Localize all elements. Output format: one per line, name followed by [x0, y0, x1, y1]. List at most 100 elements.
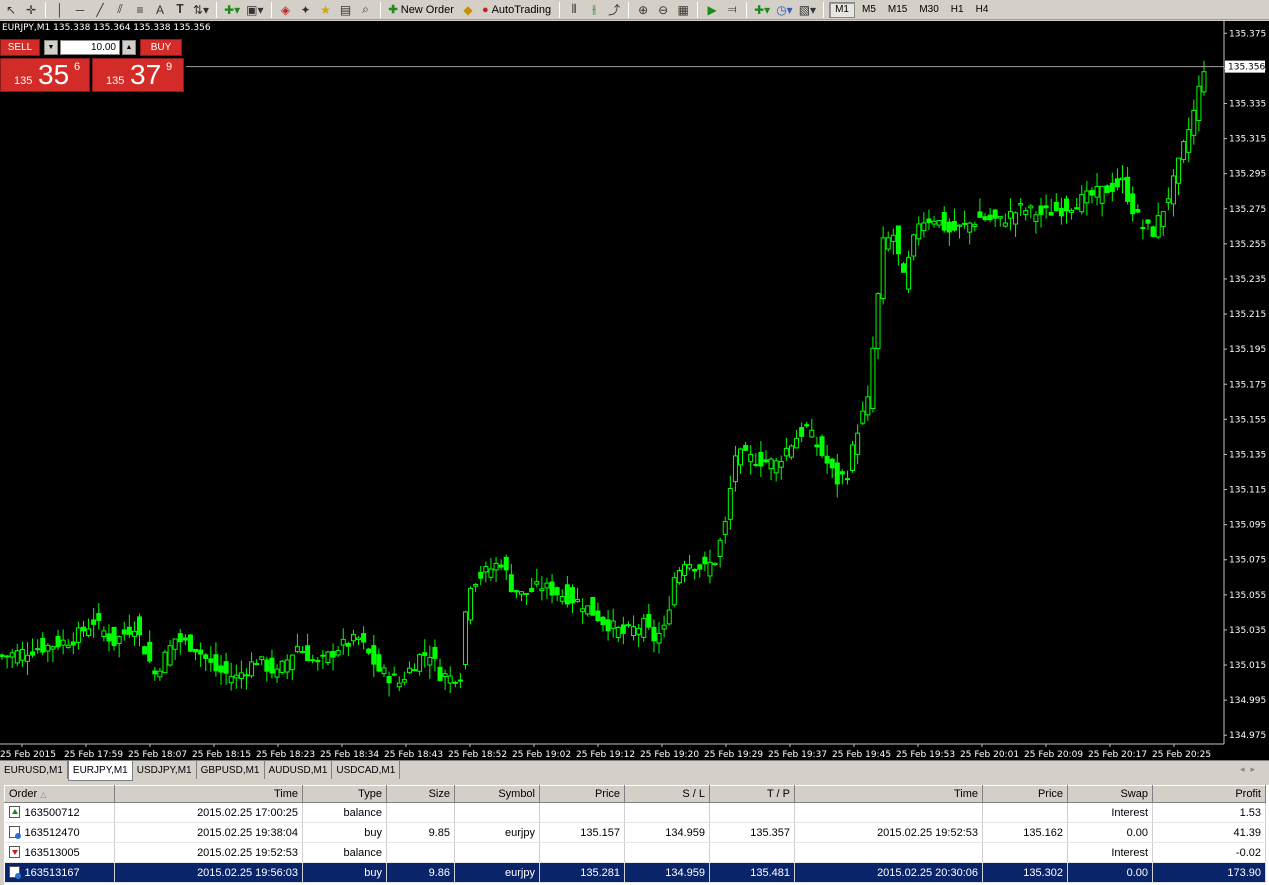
table-row[interactable]: 163512470 2015.02.25 19:38:04 buy 9.85 eurjp… [4, 822, 1266, 843]
table-row[interactable]: 163513005 2015.02.25 19:52:53 balance Inter… [4, 842, 1266, 863]
candlestick-chart-icon[interactable]: ⫲ [585, 1, 603, 19]
new-chart-icon[interactable]: ✚▾ [222, 1, 242, 19]
tile-windows-icon[interactable]: ▦ [674, 1, 692, 19]
tab-audusd[interactable]: AUDUSD,M1 [265, 761, 333, 779]
candle-body [1023, 210, 1029, 215]
timeframe-h4[interactable]: H4 [971, 2, 994, 18]
cell-close-time [794, 842, 983, 863]
vertical-line-icon[interactable]: │ [51, 1, 69, 19]
column-header-size[interactable]: Size [386, 785, 455, 803]
navigator-icon[interactable]: ✦ [297, 1, 315, 19]
chart-window[interactable]: 135.375135.355135.335135.315135.295135.2… [0, 21, 1269, 760]
column-header-tp[interactable]: T / P [709, 785, 795, 803]
buy-button[interactable]: BUY [140, 39, 182, 56]
column-header-time[interactable]: Time [114, 785, 303, 803]
sell-price-button[interactable]: 135 35 6 [0, 58, 90, 92]
lot-decrease-icon[interactable]: ▼ [44, 40, 58, 55]
favorites-star-icon[interactable]: ★ [317, 1, 335, 19]
candle [498, 559, 504, 571]
candlestick-chart[interactable]: 135.375135.355135.335135.315135.295135.2… [0, 21, 1269, 760]
text-tool-icon[interactable]: A [151, 1, 169, 19]
candle-body [636, 627, 642, 635]
candle-body [1120, 177, 1126, 181]
candle-body [70, 641, 76, 646]
bar-chart-icon[interactable]: ⫴ [565, 1, 583, 19]
zoom-out-icon[interactable]: ⊖ [654, 1, 672, 19]
zoom-in-icon[interactable]: ⊕ [634, 1, 652, 19]
trendline-icon[interactable]: ╱ [91, 1, 109, 19]
tab-gbpusd[interactable]: GBPUSD,M1 [197, 761, 265, 779]
indicators-icon[interactable]: ✚▾ [752, 1, 772, 19]
candle-body [595, 610, 601, 622]
candle [580, 598, 586, 624]
candle [671, 572, 677, 607]
tab-eurusd[interactable]: EURUSD,M1 [0, 761, 68, 779]
candle [809, 418, 815, 438]
column-header-close-price[interactable]: Price [982, 785, 1068, 803]
timeframe-h1[interactable]: H1 [946, 2, 969, 18]
timeframe-m30[interactable]: M30 [914, 2, 943, 18]
text-label-icon[interactable]: 𝐓 [171, 1, 189, 19]
column-header-sl[interactable]: S / L [624, 785, 710, 803]
table-row[interactable]: 163500712 2015.02.25 17:00:25 balance Inter… [4, 802, 1266, 823]
column-header-close-time[interactable]: Time [794, 785, 983, 803]
crosshair-icon[interactable]: ✛ [22, 1, 40, 19]
candle [1028, 204, 1034, 219]
timeframe-m15[interactable]: M15 [883, 2, 912, 18]
candle-body [361, 633, 367, 643]
column-header-swap[interactable]: Swap [1067, 785, 1153, 803]
terminal-icon[interactable]: ▤ [337, 1, 355, 19]
column-header-profit[interactable]: Profit [1152, 785, 1266, 803]
candle-body [488, 568, 494, 578]
strategy-tester-icon[interactable]: ⌕ [357, 1, 375, 19]
templates-icon[interactable]: ▧▾ [797, 1, 818, 19]
timeframe-m1[interactable]: M1 [829, 1, 855, 18]
column-header-symbol[interactable]: Symbol [454, 785, 540, 803]
cursor-arrow-icon[interactable]: ↖ [2, 1, 20, 19]
candle [203, 653, 209, 672]
column-header-order[interactable]: Order △ [4, 785, 115, 803]
candle [625, 621, 631, 628]
lot-increase-icon[interactable]: ▲ [122, 40, 136, 55]
equidistant-channel-icon[interactable]: ⫽ [111, 1, 129, 19]
sell-button[interactable]: SELL [0, 39, 40, 56]
candle-body [931, 220, 937, 225]
candle [1176, 157, 1182, 196]
candle-body [498, 564, 504, 568]
candle [753, 453, 759, 468]
timeframe-m5[interactable]: M5 [857, 2, 881, 18]
candle-body [987, 214, 993, 221]
tab-scroll-arrows-icon[interactable]: ◂▸ [1240, 764, 1261, 775]
buy-price-button[interactable]: 135 37 9 [92, 58, 184, 92]
profiles-icon[interactable]: ▣▾ [244, 1, 265, 19]
column-header-type[interactable]: Type [302, 785, 387, 803]
tab-usdcad[interactable]: USDCAD,M1 [332, 761, 401, 779]
tab-usdjpy[interactable]: USDJPY,M1 [133, 761, 197, 779]
periods-clock-icon[interactable]: ◷▾ [774, 1, 795, 19]
candle [519, 591, 525, 602]
candle-body [977, 211, 983, 218]
fibonacci-icon[interactable]: ≡ [131, 1, 149, 19]
y-tick-label: 135.055 [1229, 591, 1266, 601]
arrows-menu-icon[interactable]: ⇅▾ [191, 1, 211, 19]
autotrading-button[interactable]: ● AutoTrading [479, 4, 554, 16]
table-row[interactable]: 163513167 2015.02.25 19:56:03 buy 9.86 eurjp… [4, 862, 1266, 883]
tab-eurjpy[interactable]: EURJPY,M1 [67, 761, 133, 781]
autoscroll-icon[interactable]: ▶ [703, 1, 721, 19]
candle-body [142, 646, 148, 655]
chart-shift-icon[interactable]: ⫤ [723, 1, 741, 19]
candle [1186, 117, 1192, 163]
new-order-button[interactable]: ✚ New Order [386, 3, 457, 17]
horizontal-line-icon[interactable]: ─ [71, 1, 89, 19]
candle-body [483, 566, 489, 573]
metaeditor-icon[interactable]: ◆ [459, 1, 477, 19]
candle-body [671, 577, 677, 606]
cell-close-price: 135.302 [982, 862, 1068, 883]
lot-size-input[interactable] [60, 40, 120, 55]
candle-body [768, 458, 774, 470]
market-watch-icon[interactable]: ◈ [277, 1, 295, 19]
candle [305, 633, 311, 662]
column-header-price[interactable]: Price [539, 785, 625, 803]
candle [1084, 180, 1090, 216]
line-chart-icon[interactable]: ⤴ [605, 1, 623, 19]
